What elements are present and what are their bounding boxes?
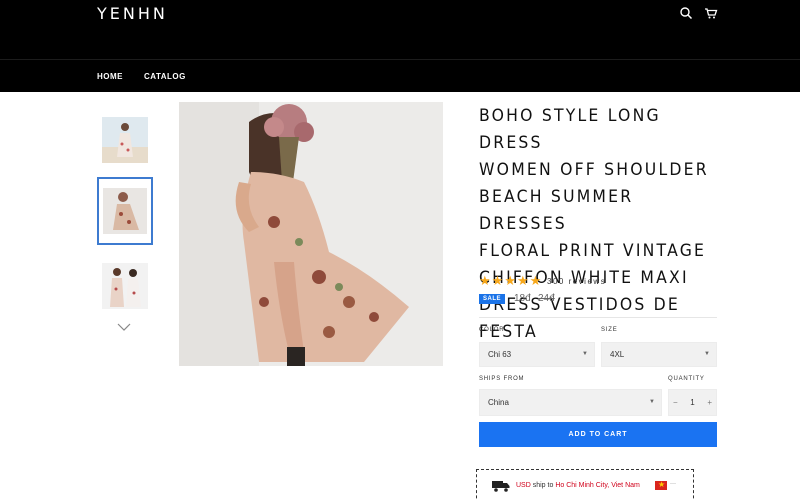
star-icon: ★ bbox=[529, 273, 542, 288]
rating-stars[interactable]: ★ ★ ★ ★ ★ bbox=[479, 274, 541, 288]
product-main-image[interactable] bbox=[179, 102, 443, 366]
color-label: COLOR bbox=[479, 327, 505, 333]
sale-badge: SALE bbox=[479, 294, 506, 304]
product-title: BOHO STYLE LONG DRESS WOMEN OFF SHOULDER… bbox=[479, 103, 709, 346]
star-icon: ★ bbox=[516, 273, 529, 288]
shipping-ship-to: ship to bbox=[532, 482, 554, 489]
color-select[interactable]: Chi 63 ▼ bbox=[479, 342, 595, 367]
quantity-increase[interactable]: + bbox=[707, 398, 712, 407]
ships-from-select[interactable]: China ▼ bbox=[479, 389, 662, 416]
title-line: BEACH SUMMER DRESSES bbox=[479, 187, 634, 234]
ships-from-value: China bbox=[488, 398, 509, 407]
reviews-count[interactable]: 300 reviews bbox=[547, 277, 606, 286]
caret-down-icon: ▼ bbox=[649, 399, 655, 405]
divider bbox=[479, 317, 717, 318]
shipping-location[interactable]: Ho Chi Minh City, Viet Nam bbox=[555, 482, 640, 489]
thumbnail-2[interactable] bbox=[97, 177, 153, 245]
nav-home[interactable]: HOME bbox=[97, 72, 123, 81]
quantity-stepper[interactable]: − 1 + bbox=[668, 389, 717, 416]
thumbnail-3[interactable] bbox=[97, 252, 153, 320]
size-select[interactable]: 4XL ▼ bbox=[601, 342, 717, 367]
star-icon: ★ bbox=[504, 273, 516, 288]
cart-icon[interactable] bbox=[704, 6, 718, 20]
thumbnail-image bbox=[103, 188, 147, 234]
quantity-label: QUANTITY bbox=[668, 376, 705, 382]
size-select-value: 4XL bbox=[610, 350, 625, 359]
thumbnail-image bbox=[102, 117, 148, 163]
caret-down-icon: ▼ bbox=[704, 351, 710, 357]
title-line: WOMEN OFF SHOULDER bbox=[479, 160, 709, 180]
nav-catalog[interactable]: CATALOG bbox=[144, 72, 186, 81]
star-icon: ★ bbox=[491, 273, 504, 288]
truck-icon bbox=[492, 481, 510, 492]
thumbnail-1[interactable] bbox=[97, 106, 153, 174]
thumbnail-image bbox=[102, 263, 148, 309]
quantity-decrease[interactable]: − bbox=[673, 398, 678, 407]
shipping-text: USD ship to Ho Chi Minh City, Viet Nam bbox=[516, 482, 640, 489]
top-header: YENHN bbox=[0, 0, 800, 59]
product-price: 18đ bbox=[514, 293, 531, 304]
vietnam-flag-icon: ★ bbox=[655, 480, 667, 490]
add-to-cart-button[interactable]: ADD TO CART bbox=[479, 422, 717, 447]
more-options-icon[interactable]: ··· bbox=[670, 481, 676, 487]
title-line: FLORAL PRINT VINTAGE bbox=[479, 241, 707, 261]
shipping-currency[interactable]: USD bbox=[516, 482, 531, 489]
compare-price: 24đ bbox=[538, 293, 555, 304]
store-logo[interactable]: YENHN bbox=[97, 4, 168, 23]
chevron-down-icon[interactable] bbox=[117, 322, 131, 332]
ships-from-label: SHIPS FROM bbox=[479, 376, 525, 382]
caret-down-icon: ▼ bbox=[582, 351, 588, 357]
size-label: SIZE bbox=[601, 327, 618, 333]
color-select-value: Chi 63 bbox=[488, 350, 512, 359]
title-line: BOHO STYLE LONG DRESS bbox=[479, 106, 661, 153]
main-nav: HOME CATALOG bbox=[0, 59, 800, 92]
star-icon: ★ bbox=[479, 273, 491, 288]
search-icon[interactable] bbox=[679, 6, 693, 20]
quantity-value[interactable]: 1 bbox=[690, 398, 694, 407]
